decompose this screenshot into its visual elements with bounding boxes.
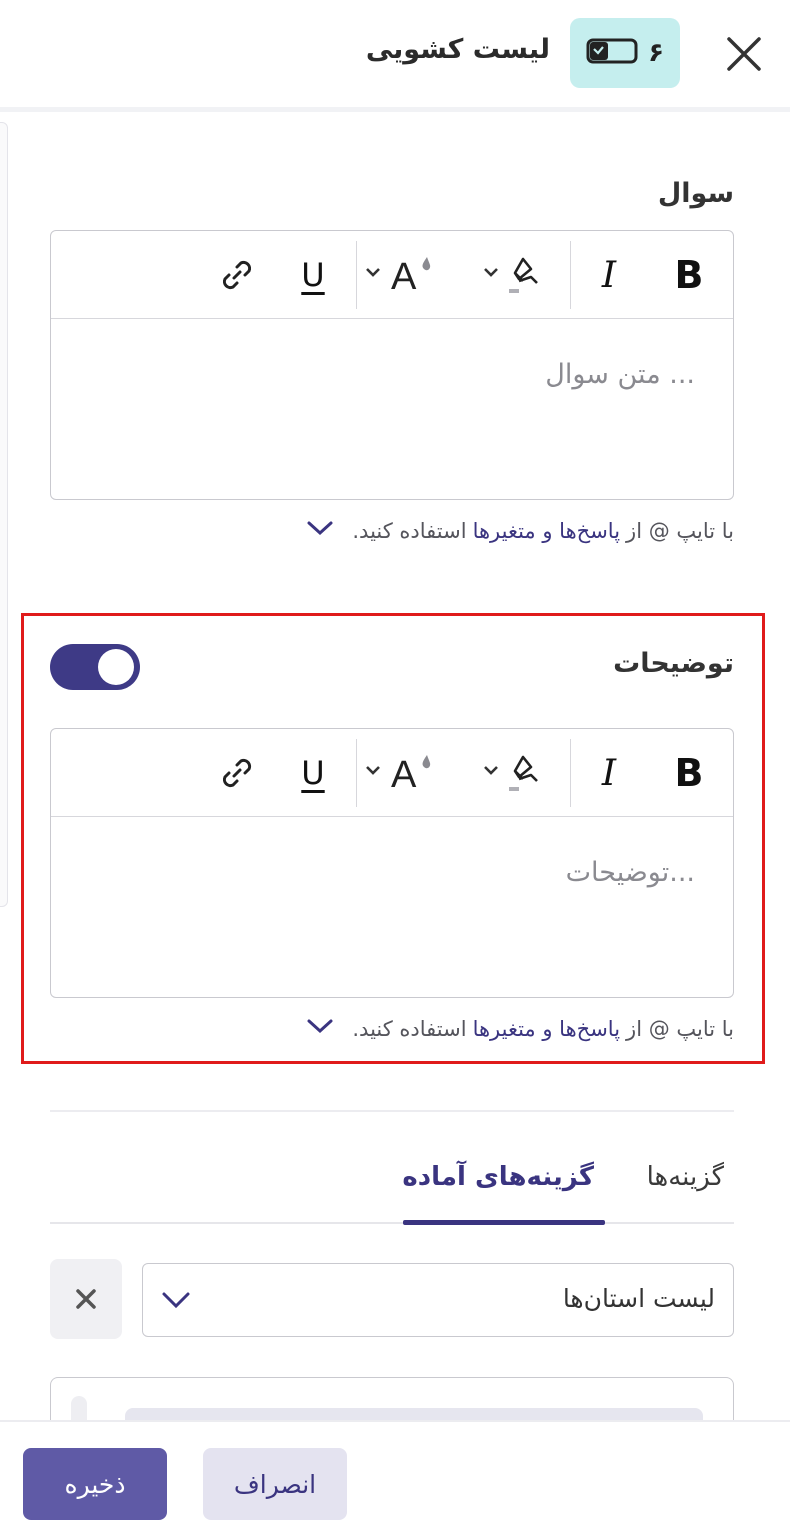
- italic-button[interactable]: I: [589, 749, 629, 797]
- question-toolbar: B I A U: [51, 231, 733, 319]
- preset-list-select[interactable]: لیست استان‌ها: [142, 1263, 734, 1337]
- svg-text:A: A: [391, 256, 417, 297]
- helper-suffix: استفاده کنید.: [352, 1016, 467, 1041]
- helper-prefix: با تایپ @ از: [626, 1016, 734, 1041]
- variables-link[interactable]: پاسخ‌ها و متغیرها: [473, 1017, 620, 1041]
- description-text-area[interactable]: توضیحات...: [51, 817, 733, 997]
- link-icon[interactable]: [217, 251, 257, 299]
- description-toggle[interactable]: [50, 644, 140, 690]
- variables-link[interactable]: پاسخ‌ها و متغیرها: [473, 519, 620, 543]
- question-text-area[interactable]: متن سوال ...: [51, 319, 733, 499]
- question-editor: B I A U متن سوال ...: [50, 230, 734, 500]
- panel-header: ۶ لیست کشویی: [0, 0, 790, 112]
- underline-button[interactable]: U: [293, 251, 333, 299]
- question-label: سوال: [657, 178, 734, 209]
- question-type-badge: ۶: [570, 18, 680, 88]
- save-button[interactable]: ذخیره: [23, 1448, 167, 1520]
- description-toolbar: B I A U: [51, 729, 733, 817]
- highlight-color-button[interactable]: [481, 251, 551, 299]
- question-number: ۶: [648, 38, 664, 68]
- highlight-color-button[interactable]: [481, 749, 551, 797]
- helper-suffix: استفاده کنید.: [352, 518, 467, 543]
- helper-prefix: با تایپ @ از: [626, 518, 734, 543]
- side-panel-edge: [0, 122, 8, 907]
- cancel-button[interactable]: انصراف: [203, 1448, 347, 1520]
- link-icon[interactable]: [217, 749, 257, 797]
- svg-text:A: A: [391, 754, 417, 795]
- panel-footer: ذخیره انصراف: [0, 1420, 790, 1540]
- question-helper: با تایپ @ از پاسخ‌ها و متغیرها استفاده ک…: [306, 518, 734, 543]
- clear-selection-button[interactable]: [50, 1259, 122, 1339]
- chevron-down-icon: [161, 1290, 191, 1314]
- section-divider: [50, 1110, 734, 1112]
- tab-options[interactable]: گزینه‌ها: [647, 1162, 724, 1192]
- bold-button[interactable]: B: [669, 251, 709, 299]
- chevron-down-icon[interactable]: [306, 518, 334, 543]
- description-label: توضیحات: [613, 648, 734, 679]
- description-helper: با تایپ @ از پاسخ‌ها و متغیرها استفاده ک…: [306, 1016, 734, 1041]
- dropdown-icon: [586, 38, 638, 68]
- toggle-knob: [98, 649, 134, 685]
- close-icon[interactable]: [724, 34, 764, 74]
- description-editor: B I A U توضیحات...: [50, 728, 734, 998]
- italic-button[interactable]: I: [589, 251, 629, 299]
- close-icon: [76, 1289, 96, 1309]
- active-tab-indicator: [403, 1220, 605, 1225]
- description-placeholder: توضیحات...: [565, 857, 695, 888]
- chevron-down-icon[interactable]: [306, 1016, 334, 1041]
- bold-button[interactable]: B: [669, 749, 709, 797]
- preset-list-value: لیست استان‌ها: [562, 1284, 715, 1313]
- question-type-title: لیست کشویی: [365, 34, 550, 65]
- options-tabs: گزینه‌ها گزینه‌های آماده: [50, 1140, 734, 1225]
- underline-button[interactable]: U: [293, 749, 333, 797]
- font-color-button[interactable]: A: [361, 749, 441, 797]
- font-color-button[interactable]: A: [361, 251, 441, 299]
- tab-preset-options[interactable]: گزینه‌های آماده: [402, 1162, 594, 1192]
- question-placeholder: متن سوال ...: [545, 359, 695, 390]
